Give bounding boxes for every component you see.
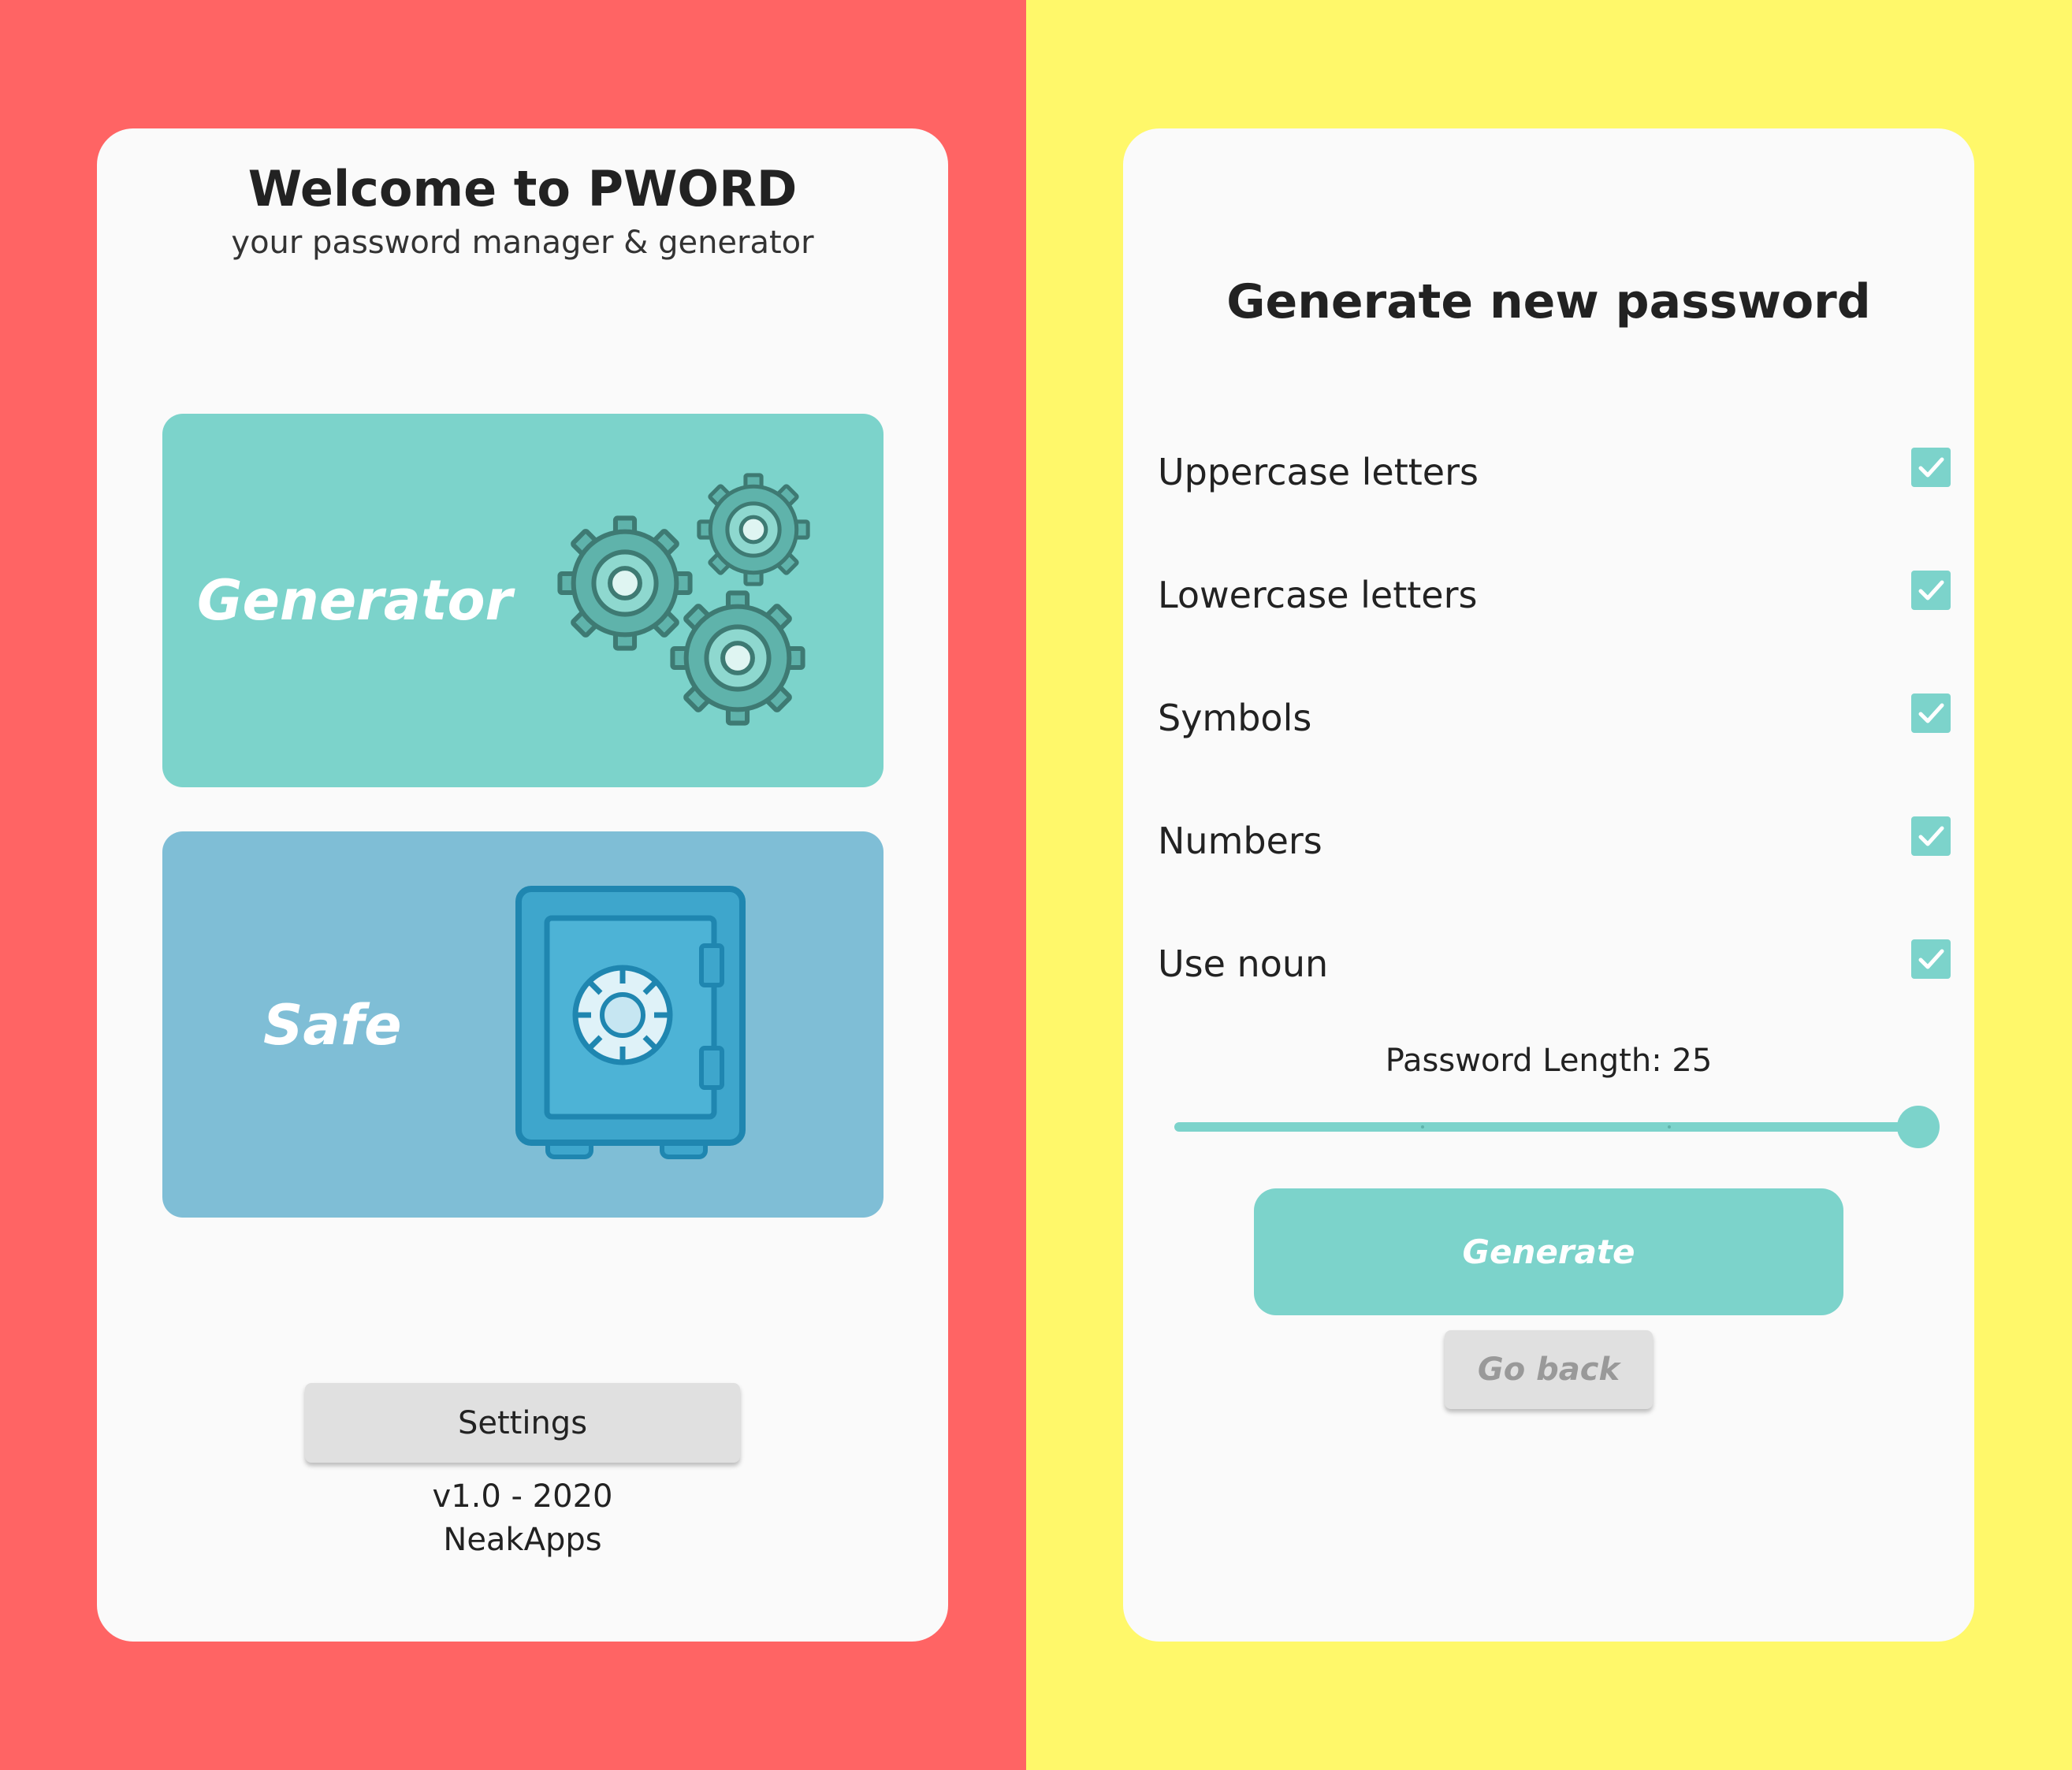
safe-card[interactable]: Safe [162,831,883,1218]
safe-icon [515,886,746,1159]
slider-tick [1421,1125,1424,1129]
page-title: Generate new password [1226,274,1871,329]
slider-thumb[interactable] [1897,1106,1940,1148]
settings-button[interactable]: Settings [305,1383,740,1463]
numbers-checkbox[interactable] [1911,816,1951,856]
symbols-checkbox[interactable] [1911,693,1951,733]
safe-card-label: Safe [263,993,402,1058]
slider-tick [1668,1125,1671,1129]
checkmark-icon [1918,949,1944,969]
use-noun-checkbox[interactable] [1911,939,1951,979]
go-back-button[interactable]: Go back [1445,1330,1653,1409]
company-name: NeakApps [443,1522,602,1558]
option-label: Numbers [1158,820,1322,862]
slider-track [1174,1122,1915,1132]
gears-icon [552,473,813,733]
checkmark-icon [1918,580,1944,601]
checkmark-icon [1918,457,1944,478]
generator-card-label: Generator [197,568,513,633]
uppercase-checkbox[interactable] [1911,448,1951,487]
generator-screen: Generate new password Uppercase letters … [1123,128,1974,1642]
option-numbers: Numbers [1158,816,1951,872]
home-screen: Welcome to PWORD your password manager &… [97,128,948,1642]
option-label: Use noun [1158,943,1329,985]
lowercase-checkbox[interactable] [1911,571,1951,610]
checkmark-icon [1918,703,1944,723]
option-use-noun: Use noun [1158,939,1951,995]
option-label: Symbols [1158,697,1312,739]
option-label: Uppercase letters [1158,451,1479,493]
page-title: Welcome to PWORD [247,160,798,218]
option-lowercase: Lowercase letters [1158,571,1951,626]
option-label: Lowercase letters [1158,574,1478,616]
password-length-label: Password Length: 25 [1385,1043,1713,1079]
generate-button[interactable]: Generate [1254,1188,1843,1315]
version-text: v1.0 - 2020 [432,1478,613,1515]
checkmark-icon [1918,826,1944,846]
password-length-slider[interactable] [1174,1103,1940,1151]
option-uppercase: Uppercase letters [1158,448,1951,503]
generator-card[interactable]: Generator [162,414,883,787]
option-symbols: Symbols [1158,693,1951,749]
page-subtitle: your password manager & generator [231,225,814,261]
